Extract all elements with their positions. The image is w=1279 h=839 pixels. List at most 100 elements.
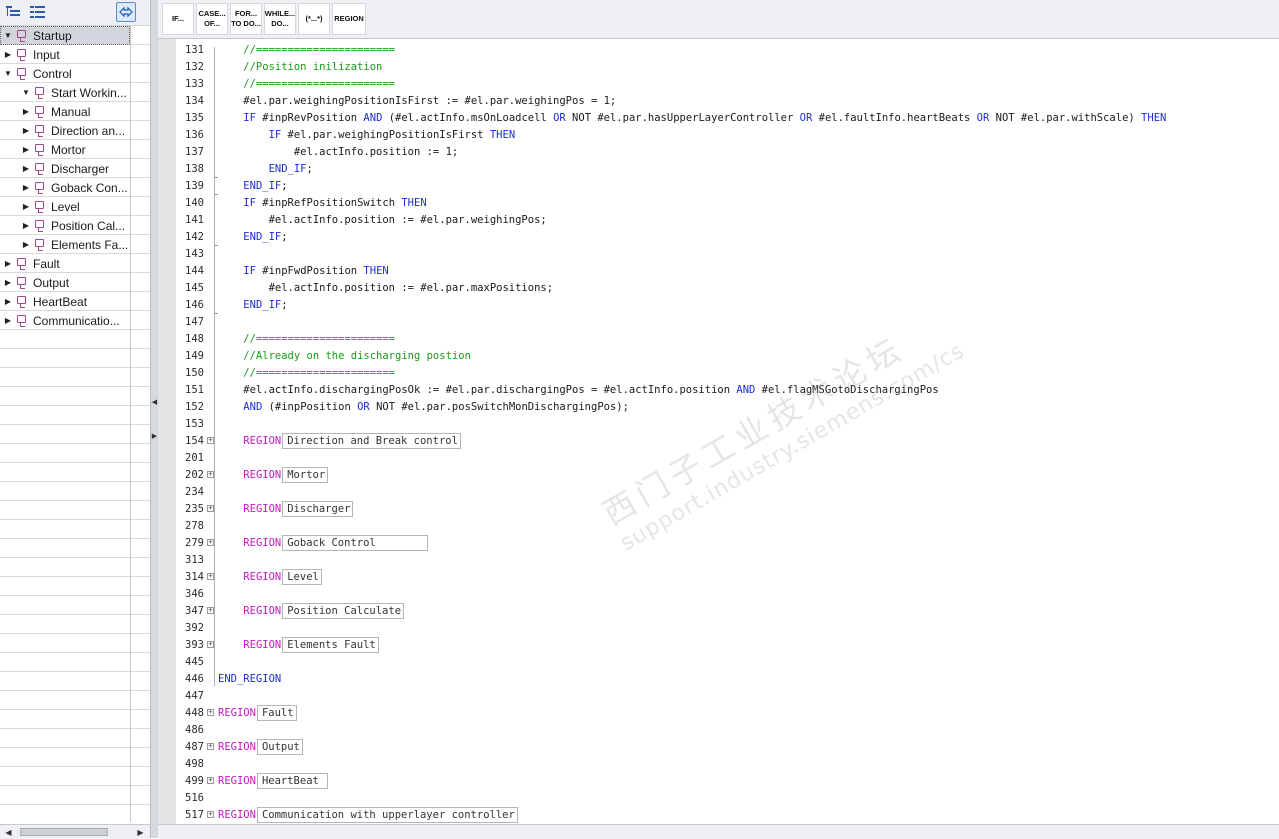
- code-line[interactable]: 147: [158, 314, 1279, 331]
- scroll-thumb[interactable]: [20, 828, 108, 836]
- fold-expand-icon[interactable]: +: [207, 709, 214, 716]
- tree-item[interactable]: ▶ Communicatio...: [0, 311, 130, 330]
- code-line[interactable]: 146 END_IF;: [158, 297, 1279, 314]
- tree-item[interactable]: ▶ Goback Con...: [0, 178, 130, 197]
- code-line[interactable]: 149 //Already on the discharging postion: [158, 348, 1279, 365]
- expanded-arrow-icon[interactable]: ▼: [21, 88, 31, 97]
- region-name[interactable]: Position Calculate: [282, 603, 405, 619]
- code-line[interactable]: 145 #el.actInfo.position := #el.par.maxP…: [158, 280, 1279, 297]
- code-line[interactable]: 154 + REGION Direction and Break control: [158, 433, 1279, 450]
- code-line[interactable]: 143: [158, 246, 1279, 263]
- code-line[interactable]: 142 END_IF;: [158, 229, 1279, 246]
- collapsed-arrow-icon[interactable]: ▶: [3, 50, 13, 59]
- editor-horizontal-scrollbar[interactable]: [158, 824, 1279, 839]
- region-name[interactable]: Fault: [256, 705, 297, 721]
- tree-horizontal-scrollbar[interactable]: ◀ ▶: [0, 824, 150, 839]
- region-name[interactable]: Direction and Break control: [282, 433, 461, 449]
- code-line[interactable]: 137 #el.actInfo.position := 1;: [158, 144, 1279, 161]
- tree-item[interactable]: ▶ Fault: [0, 254, 130, 273]
- sync-navigation-icon[interactable]: [116, 2, 136, 22]
- tree-item[interactable]: ▶ Discharger: [0, 159, 130, 178]
- region-name[interactable]: Output: [256, 739, 303, 755]
- region-name[interactable]: Discharger: [282, 501, 354, 517]
- scroll-right-icon[interactable]: ▶: [134, 826, 147, 838]
- tree-item[interactable]: ▼ Start Workin...: [0, 83, 130, 102]
- code-line[interactable]: 392: [158, 620, 1279, 637]
- instruction-button[interactable]: CASE... OF...: [196, 3, 228, 35]
- code-line[interactable]: 141 #el.actInfo.position := #el.par.weig…: [158, 212, 1279, 229]
- collapsed-arrow-icon[interactable]: ▶: [3, 259, 13, 268]
- tree-item[interactable]: ▼ Control: [0, 64, 130, 83]
- code-line[interactable]: 153: [158, 416, 1279, 433]
- instruction-button[interactable]: FOR... TO DO...: [230, 3, 262, 35]
- code-line[interactable]: 148 //======================: [158, 331, 1279, 348]
- tree-item[interactable]: ▼ Startup: [0, 26, 130, 45]
- expanded-arrow-icon[interactable]: ▼: [3, 69, 13, 78]
- code-line[interactable]: 139 END_IF;: [158, 178, 1279, 195]
- collapsed-arrow-icon[interactable]: ▶: [3, 297, 13, 306]
- code-line[interactable]: 140 IF #inpRefPositionSwitch THEN: [158, 195, 1279, 212]
- code-line[interactable]: 314 + REGION Level: [158, 569, 1279, 586]
- collapsed-arrow-icon[interactable]: ▶: [21, 107, 31, 116]
- region-name[interactable]: Mortor: [282, 467, 329, 483]
- code-line[interactable]: 486: [158, 722, 1279, 739]
- code-line[interactable]: 346: [158, 586, 1279, 603]
- fold-expand-icon[interactable]: +: [207, 641, 214, 648]
- instruction-button[interactable]: IF...: [162, 3, 194, 35]
- code-line[interactable]: 517 + REGION Communication with upperlayer …: [158, 807, 1279, 824]
- collapsed-arrow-icon[interactable]: ▶: [3, 316, 13, 325]
- code-line[interactable]: 133 //======================: [158, 76, 1279, 93]
- scl-code-editor[interactable]: 131 //====================== 132 //Positi…: [158, 39, 1279, 824]
- collapsed-arrow-icon[interactable]: ▶: [21, 221, 31, 230]
- tree-item[interactable]: ▶ Level: [0, 197, 130, 216]
- collapsed-arrow-icon[interactable]: ▶: [3, 278, 13, 287]
- collapsed-arrow-icon[interactable]: ▶: [21, 240, 31, 249]
- collapse-left-icon[interactable]: ◀: [151, 398, 158, 406]
- region-name[interactable]: Elements Fault: [282, 637, 379, 653]
- tree-item[interactable]: ▶ HeartBeat: [0, 292, 130, 311]
- collapsed-arrow-icon[interactable]: ▶: [21, 183, 31, 192]
- fold-expand-icon[interactable]: +: [207, 573, 214, 580]
- tree-item[interactable]: ▶ Mortor: [0, 140, 130, 159]
- code-line[interactable]: 499 + REGION HeartBeat: [158, 773, 1279, 790]
- code-line[interactable]: 487 + REGION Output: [158, 739, 1279, 756]
- region-name[interactable]: Level: [282, 569, 322, 585]
- tree-item[interactable]: ▶ Position Cal...: [0, 216, 130, 235]
- code-line[interactable]: 131 //======================: [158, 42, 1279, 59]
- fold-expand-icon[interactable]: +: [207, 539, 214, 546]
- code-line[interactable]: 516: [158, 790, 1279, 807]
- fold-expand-icon[interactable]: +: [207, 607, 214, 614]
- code-line[interactable]: 150 //======================: [158, 365, 1279, 382]
- region-name[interactable]: HeartBeat: [256, 773, 329, 789]
- code-line[interactable]: 136 IF #el.par.weighingPositionIsFirst T…: [158, 127, 1279, 144]
- code-line[interactable]: 135 IF #inpRevPosition AND (#el.actInfo.…: [158, 110, 1279, 127]
- instruction-button[interactable]: (*...*): [298, 3, 330, 35]
- code-line[interactable]: 445: [158, 654, 1279, 671]
- code-line[interactable]: 393 + REGION Elements Fault: [158, 637, 1279, 654]
- tree-item[interactable]: ▶ Elements Fa...: [0, 235, 130, 254]
- tree-item[interactable]: ▶ Manual: [0, 102, 130, 121]
- code-line[interactable]: 234: [158, 484, 1279, 501]
- code-line[interactable]: 313: [158, 552, 1279, 569]
- expand-right-icon[interactable]: ▶: [151, 432, 158, 440]
- code-line[interactable]: 347 + REGION Position Calculate: [158, 603, 1279, 620]
- expanded-arrow-icon[interactable]: ▼: [3, 31, 13, 40]
- code-line[interactable]: 278: [158, 518, 1279, 535]
- instruction-button[interactable]: REGION: [332, 3, 366, 35]
- fold-expand-icon[interactable]: +: [207, 437, 214, 444]
- code-line[interactable]: 201: [158, 450, 1279, 467]
- fold-expand-icon[interactable]: +: [207, 471, 214, 478]
- code-line[interactable]: 152 AND (#inpPosition OR NOT #el.par.pos…: [158, 399, 1279, 416]
- code-line[interactable]: 279 + REGION Goback Control: [158, 535, 1279, 552]
- code-line[interactable]: 235 + REGION Discharger: [158, 501, 1279, 518]
- pane-splitter[interactable]: ◀ ▶: [150, 0, 158, 838]
- collapsed-arrow-icon[interactable]: ▶: [21, 126, 31, 135]
- tree-item[interactable]: ▶ Input: [0, 45, 130, 64]
- collapse-all-icon[interactable]: [29, 3, 47, 21]
- code-line[interactable]: 134 #el.par.weighingPositionIsFirst := #…: [158, 93, 1279, 110]
- fold-expand-icon[interactable]: +: [207, 811, 214, 818]
- region-name[interactable]: Goback Control: [282, 535, 429, 551]
- code-line[interactable]: 144 IF #inpFwdPosition THEN: [158, 263, 1279, 280]
- code-line[interactable]: 151 #el.actInfo.dischargingPosOk := #el.…: [158, 382, 1279, 399]
- region-name[interactable]: Communication with upperlayer controller: [256, 807, 518, 823]
